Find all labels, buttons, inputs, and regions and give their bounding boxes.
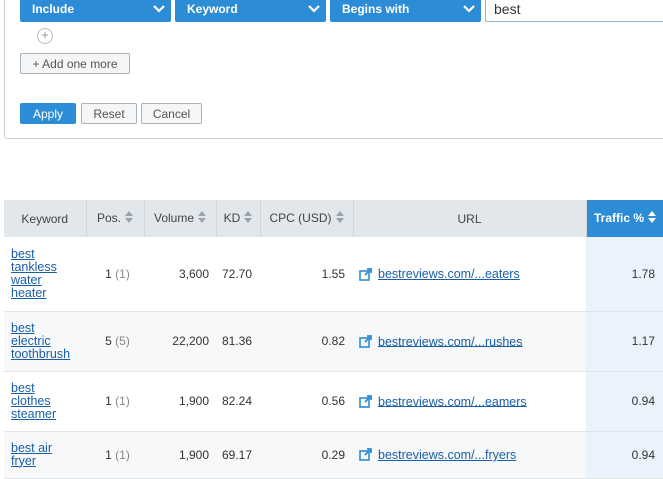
reset-button[interactable]: Reset (81, 103, 137, 124)
filter-row: Include Keyword Begins with (20, 0, 663, 22)
keyword-link[interactable]: best air fryer (11, 441, 73, 468)
chevron-down-icon (308, 3, 320, 15)
keyword-link[interactable]: best electric toothbrush (11, 321, 73, 361)
url-link[interactable]: bestreviews.com/...eaters (378, 267, 520, 281)
results-table: Keyword Pos. Volume KD CPC (USD) URL Tra… (4, 200, 663, 479)
filter-value-input[interactable] (485, 0, 663, 22)
chevron-down-icon (463, 3, 475, 15)
pos-value: 1 (105, 266, 112, 281)
cpc-cell: 1.55 (260, 237, 353, 312)
column-header-url-label: URL (457, 211, 482, 226)
column-header-keyword[interactable]: Keyword (4, 200, 87, 237)
table-row: best clothes steamer 1 (1) 1,900 82.24 0… (4, 371, 663, 432)
pos-cell: 1 (1) (86, 237, 144, 312)
keyword-cell: best air fryer (4, 431, 86, 479)
table-row: best tankless water heater 1 (1) 3,600 7… (4, 237, 663, 312)
cpc-cell: 0.56 (260, 371, 353, 432)
column-header-volume-label: Volume (153, 210, 195, 225)
column-header-cpc-label: CPC (USD) (269, 210, 332, 225)
apply-button[interactable]: Apply (20, 103, 76, 124)
external-link-icon[interactable] (359, 395, 372, 408)
keyword-cell: best tankless water heater (4, 237, 86, 312)
external-link-icon[interactable] (359, 267, 372, 281)
cpc-cell: 0.29 (260, 431, 353, 479)
traffic-cell: 0.94 (586, 431, 663, 479)
sort-arrows-icon (648, 211, 656, 226)
volume-cell: 22,200 (144, 311, 216, 372)
url-cell: bestreviews.com/...eaters (353, 237, 586, 312)
volume-cell: 3,600 (144, 237, 216, 312)
volume-cell: 1,900 (144, 371, 216, 432)
kd-cell: 81.36 (216, 311, 260, 372)
sort-arrows-icon (125, 211, 133, 226)
filter-panel: Include Keyword Begins with + + Add one … (4, 0, 663, 139)
field-dropdown[interactable]: Keyword (175, 0, 326, 22)
url-cell: bestreviews.com/...fryers (353, 431, 586, 479)
column-header-cpc[interactable]: CPC (USD) (260, 200, 354, 237)
table-row: best air fryer 1 (1) 1,900 69.17 0.29 be… (4, 431, 663, 479)
pos-value: 1 (105, 394, 112, 408)
condition-dropdown[interactable]: Begins with (330, 0, 481, 22)
traffic-cell: 1.17 (586, 311, 663, 372)
include-dropdown[interactable]: Include (20, 0, 171, 22)
table-header-row: Keyword Pos. Volume KD CPC (USD) URL Tra… (4, 200, 663, 237)
table-row: best electric toothbrush 5 (5) 22,200 81… (4, 311, 663, 372)
keyword-link[interactable]: best clothes steamer (11, 381, 73, 421)
column-header-pos-label: Pos. (96, 210, 121, 225)
column-header-kd-label: KD (223, 210, 241, 225)
plus-icon[interactable]: + (37, 28, 53, 44)
column-header-url: URL (353, 200, 587, 237)
traffic-cell: 0.94 (586, 371, 663, 432)
column-header-pos[interactable]: Pos. (86, 200, 145, 237)
traffic-cell: 1.78 (586, 237, 663, 312)
field-dropdown-label: Keyword (187, 1, 238, 16)
column-header-traffic-label: Traffic % (593, 210, 644, 225)
pos-prev-value: (5) (115, 334, 130, 348)
pos-prev-value: (1) (115, 394, 130, 408)
url-link[interactable]: bestreviews.com/...rushes (378, 334, 523, 348)
pos-cell: 1 (1) (86, 431, 144, 479)
kd-cell: 69.17 (216, 431, 260, 479)
kd-cell: 72.70 (216, 237, 260, 312)
pos-cell: 5 (5) (86, 311, 144, 372)
url-cell: bestreviews.com/...eamers (353, 371, 586, 432)
sort-arrows-icon (335, 211, 344, 226)
cpc-cell: 0.82 (260, 311, 353, 372)
sort-arrows-icon (198, 211, 207, 226)
keyword-cell: best electric toothbrush (4, 311, 86, 372)
keyword-cell: best clothes steamer (4, 371, 86, 432)
column-header-traffic[interactable]: Traffic % (586, 200, 663, 237)
url-link[interactable]: bestreviews.com/...eamers (378, 394, 527, 408)
kd-cell: 82.24 (216, 371, 260, 432)
chevron-down-icon (153, 3, 165, 15)
pos-prev-value: (1) (115, 266, 130, 281)
external-link-icon[interactable] (359, 448, 372, 462)
add-one-more-button[interactable]: + Add one more (20, 53, 130, 74)
cancel-button[interactable]: Cancel (141, 103, 202, 124)
pos-value: 5 (105, 334, 112, 348)
include-dropdown-label: Include (32, 1, 75, 16)
url-cell: bestreviews.com/...rushes (353, 311, 586, 372)
pos-prev-value: (1) (115, 447, 130, 462)
column-header-keyword-label: Keyword (21, 211, 69, 226)
volume-cell: 1,900 (144, 431, 216, 479)
pos-cell: 1 (1) (86, 371, 144, 432)
sort-arrows-icon (244, 211, 253, 226)
condition-dropdown-label: Begins with (342, 1, 410, 16)
external-link-icon[interactable] (359, 335, 372, 348)
pos-value: 1 (105, 447, 112, 462)
column-header-volume[interactable]: Volume (144, 200, 217, 237)
column-header-kd[interactable]: KD (216, 200, 261, 237)
url-link[interactable]: bestreviews.com/...fryers (378, 448, 516, 462)
keyword-link[interactable]: best tankless water heater (11, 247, 73, 300)
